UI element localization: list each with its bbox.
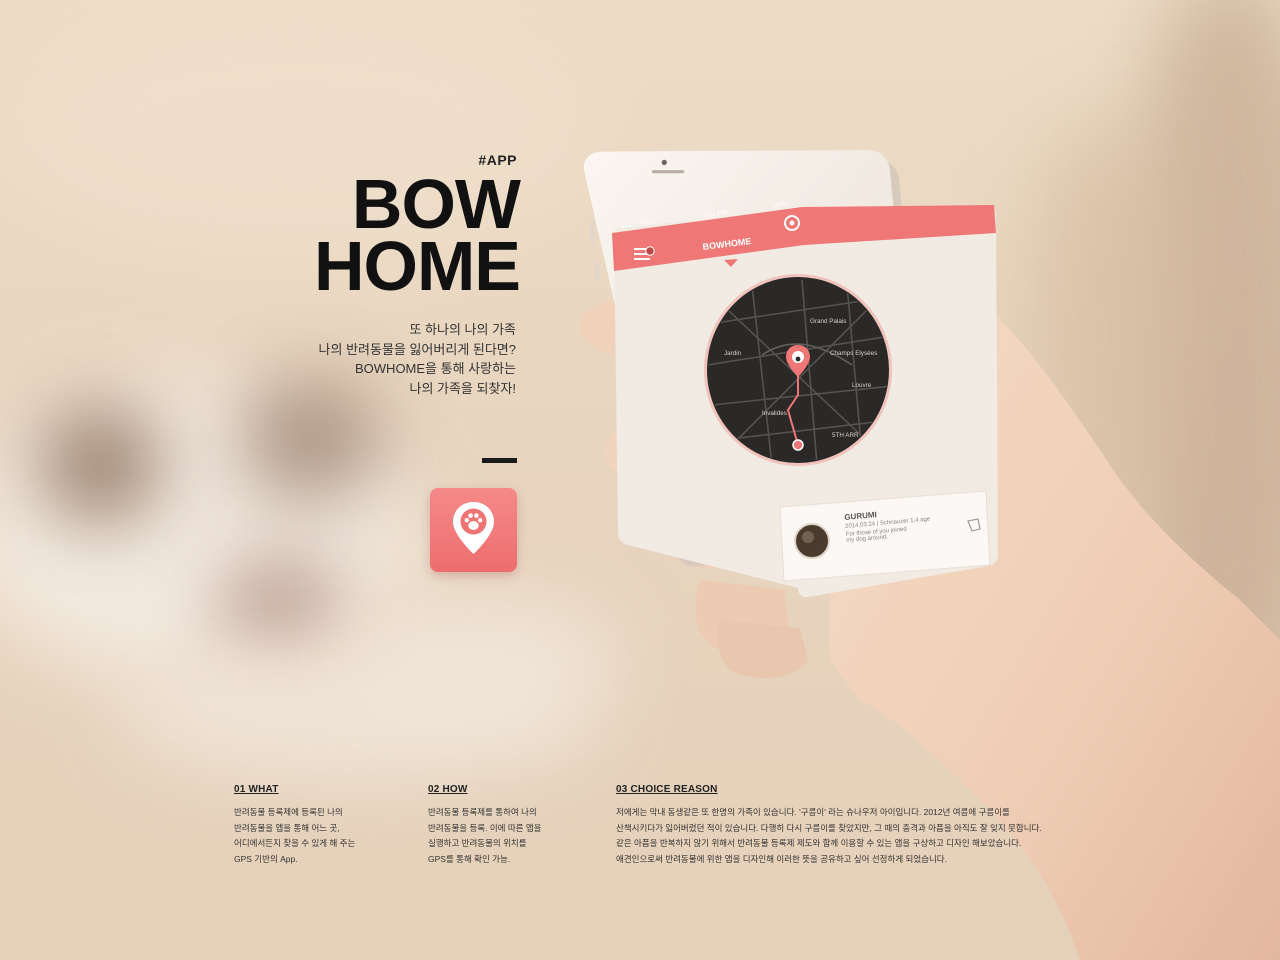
map-label: Louvre — [852, 382, 872, 389]
section-line: 어디에서든지 찾을 수 있게 해 주는 — [234, 838, 356, 848]
section-heading: 01 WHAT — [234, 784, 279, 795]
section-heading: 02 HOW — [428, 784, 468, 795]
section-how: 02 HOW 반려동물 등록제를 통하여 나의 반려동물을 등록. 이에 따른 … — [428, 784, 578, 867]
section-line: 반려동물 등록제를 통하여 나의 — [428, 807, 537, 817]
map-label: Invalides — [762, 410, 787, 417]
section-line: 저에게는 막내 동생같은 또 한명의 가족이 있습니다. '구름이' 라는 슈나… — [616, 807, 1010, 817]
phone-screen: Jardin Grand Palais Champs Elysées Inval… — [612, 200, 1000, 625]
section-what: 01 WHAT 반려동물 등록제에 등록된 나의 반려동물을 앱을 통해 어느 … — [234, 784, 384, 867]
section-heading: 03 CHOICE REASON — [616, 784, 718, 795]
section-line: 애견인으로써 반려동물에 위한 앱을 디자인해 이러한 뜻을 공유하고 싶어 선… — [616, 853, 947, 864]
section-line: 산책시키다가 잃어버렸던 적이 있습니다. 다행히 다시 구름이를 찾았지만, … — [616, 822, 1042, 833]
section-line: 같은 아픔을 반복하지 않기 위해서 반려동물 등록제 제도와 함께 이용할 수… — [616, 838, 1022, 848]
map-label: Champs Elysées — [830, 350, 877, 357]
section-line: 반려동물을 등록. 이에 따른 앱을 — [428, 822, 542, 833]
map-label: Grand Palais — [810, 318, 846, 325]
section-line: 반려동물을 앱을 통해 어느 곳, — [234, 822, 340, 833]
section-line: GPS 기반의 App. — [234, 853, 298, 864]
section-line: 실행하고 반려동물의 위치를 — [428, 838, 527, 848]
map-label: 5TH ARR — [832, 432, 859, 439]
map-label: Jardin — [724, 350, 742, 357]
section-line: GPS를 통해 확인 가능. — [428, 853, 511, 864]
section-line: 반려동물 등록제에 등록된 나의 — [234, 807, 343, 817]
section-choice-reason: 03 CHOICE REASON 저에게는 막내 동생같은 또 한명의 가족이 … — [616, 784, 1076, 867]
